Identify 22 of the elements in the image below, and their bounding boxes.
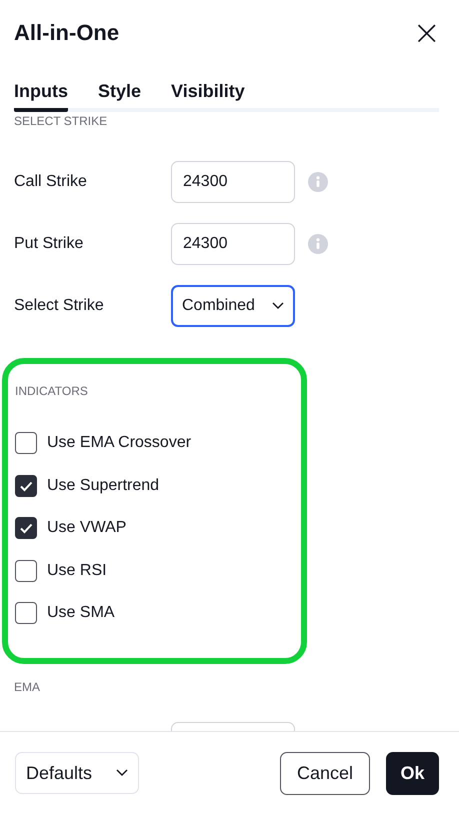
close-button[interactable]: ×: [408, 18, 445, 48]
field-label: Put Strike: [14, 235, 84, 253]
tab[interactable]: Style: [98, 74, 142, 112]
field-label: Call Strike: [14, 173, 88, 191]
defaults-dropdown[interactable]: Defaults: [15, 752, 139, 794]
input-field[interactable]: 24300: [171, 223, 295, 265]
tab[interactable]: Inputs: [14, 74, 68, 112]
checkbox-label: Use Supertrend: [47, 476, 160, 494]
tab[interactable]: Visibility: [171, 74, 245, 112]
ok-button[interactable]: Ok: [386, 752, 439, 795]
input-field[interactable]: 24300: [171, 161, 295, 203]
section-heading: SELECT STRIKE: [14, 113, 108, 128]
field-label: Select Strike: [14, 297, 105, 315]
checkbox-label: Use VWAP: [47, 519, 126, 537]
cancel-button[interactable]: Cancel: [280, 752, 370, 795]
dropdown[interactable]: Combined: [171, 285, 295, 327]
dialog-title: All-in-One: [14, 20, 120, 46]
section-heading: EMA: [14, 679, 42, 694]
checkbox-label: Use RSI: [47, 562, 107, 580]
checkbox-label: Use SMA: [47, 604, 115, 622]
checkbox-label: Use EMA Crossover: [47, 434, 192, 452]
section-heading: INDICATORS: [15, 383, 89, 398]
